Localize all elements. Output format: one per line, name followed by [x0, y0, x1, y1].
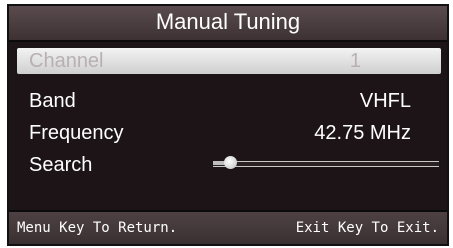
search-progress-slider[interactable]	[207, 155, 439, 171]
slider-knob[interactable]	[223, 156, 237, 169]
menu-footer: Menu Key To Return. Exit Key To Exit.	[9, 210, 447, 244]
menu-item-label: Search	[29, 154, 93, 176]
channel-value: 1	[349, 50, 361, 72]
menu-item-channel[interactable]: Channel 1	[17, 48, 441, 74]
menu-item-frequency[interactable]: Frequency 42.75 MHz	[23, 120, 439, 146]
menu-title: Manual Tuning	[155, 9, 301, 34]
slider-track	[213, 161, 439, 167]
band-value: VHFL	[359, 90, 411, 112]
menu-item-label: Frequency	[29, 122, 124, 144]
exit-hint: Exit Key To Exit.	[295, 220, 439, 236]
menu-item-label: Channel	[29, 50, 104, 72]
return-hint: Menu Key To Return.	[17, 220, 178, 236]
menu-header: Manual Tuning	[9, 6, 447, 42]
menu-item-label: Band	[29, 90, 76, 112]
menu-item-band[interactable]: Band VHFL	[23, 88, 439, 114]
manual-tuning-menu: Manual Tuning Channel 1 Band VHFL Freque…	[7, 4, 449, 246]
frequency-value: 42.75 MHz	[314, 122, 411, 144]
